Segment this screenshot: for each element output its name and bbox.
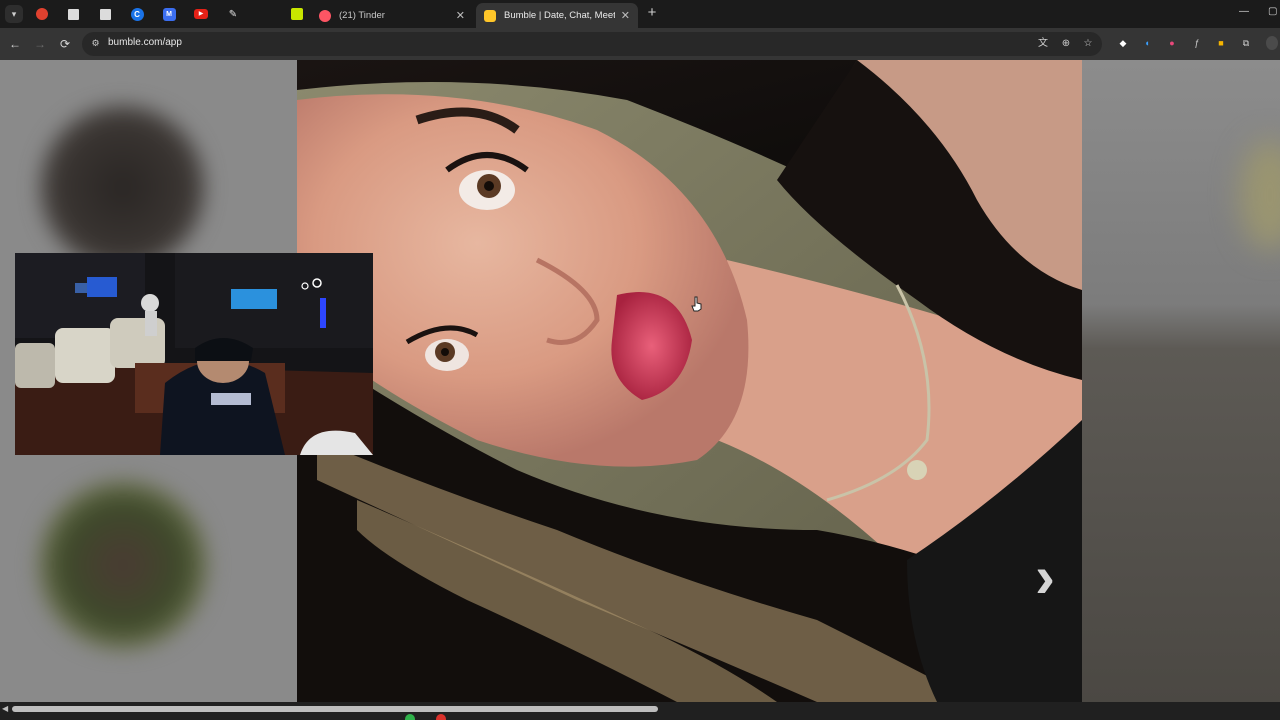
forward-button[interactable]: →: [32, 36, 48, 52]
scroll-left-icon[interactable]: ◀: [2, 704, 8, 713]
tab-title: Bumble | Date, Chat, Meet New: [504, 10, 615, 21]
taskbar-app-icon[interactable]: [405, 714, 415, 720]
close-tab-icon[interactable]: ✕: [456, 9, 465, 22]
maximize-icon[interactable]: ▢: [1268, 6, 1277, 17]
profile-photo-image: [297, 60, 1082, 702]
site-info-icon[interactable]: ⚙: [90, 38, 101, 49]
new-tab-button[interactable]: +: [644, 5, 660, 21]
horizontal-scrollbar[interactable]: ◀: [0, 702, 1280, 720]
shield-icon[interactable]: ●: [1165, 36, 1179, 50]
blurred-avatar: [38, 480, 208, 650]
next-photo-chevron-icon[interactable]: ›: [1025, 543, 1065, 610]
profile-avatar[interactable]: [1266, 36, 1278, 50]
bookmark-star-icon[interactable]: ☆: [1081, 37, 1095, 51]
script-icon[interactable]: ƒ: [1190, 36, 1204, 50]
tinder-flame-icon: [319, 9, 331, 22]
webcam-image: [15, 253, 373, 455]
profile-photo[interactable]: [297, 60, 1082, 702]
pinned-tab-blank[interactable]: [257, 6, 273, 22]
pinned-tab-doc-1[interactable]: [65, 6, 81, 22]
pinned-tab-doc-2[interactable]: [97, 6, 113, 22]
browser-toolbar: ← → ⟳ ⚙ bumble.com/app 文 ⊕ ☆: [0, 28, 1280, 60]
page-icon: [67, 8, 79, 20]
diamond-icon[interactable]: ◆: [1116, 36, 1130, 50]
tool-icon: ✎: [228, 8, 238, 20]
translate-icon[interactable]: 文: [1036, 37, 1050, 51]
blurred-avatar: [40, 105, 205, 270]
m-icon: M: [162, 7, 176, 21]
c-icon: C: [130, 7, 144, 21]
pinned-tab-green[interactable]: [289, 6, 305, 22]
tab-title: (21) Tinder: [339, 10, 385, 21]
pinned-tab-m[interactable]: M: [161, 6, 177, 22]
pinned-tab-c[interactable]: C: [129, 6, 145, 22]
pinned-tab-tool[interactable]: ✎: [225, 6, 241, 22]
tab-search-chevron-icon[interactable]: ▾: [5, 5, 23, 23]
minimize-icon[interactable]: —: [1239, 6, 1249, 17]
back-button[interactable]: ←: [7, 36, 23, 52]
address-bar[interactable]: ⚙ bumble.com/app 文 ⊕ ☆: [82, 32, 1102, 56]
reload-button[interactable]: ⟳: [57, 36, 73, 52]
puzzle-icon[interactable]: ⧉: [1239, 36, 1253, 50]
brave-icon: [36, 8, 48, 20]
hand-cursor-icon: [691, 296, 703, 312]
taskbar-app-icon[interactable]: [436, 714, 446, 720]
tab-bumble[interactable]: Bumble | Date, Chat, Meet New ✕: [476, 3, 638, 28]
audio-icon[interactable]: ◖: [1140, 36, 1154, 50]
tab-tinder[interactable]: (21) Tinder ✕: [311, 3, 473, 28]
green-square-icon: [291, 8, 303, 20]
lock-icon[interactable]: ■: [1214, 36, 1228, 50]
url-text[interactable]: bumble.com/app: [108, 37, 182, 48]
youtube-icon: ▶: [194, 9, 208, 19]
bumble-icon: [484, 9, 496, 22]
pinned-tab-youtube[interactable]: ▶: [193, 6, 209, 22]
pinned-tab-brave[interactable]: [34, 6, 50, 22]
zoom-icon[interactable]: ⊕: [1059, 37, 1073, 51]
close-tab-icon[interactable]: ✕: [621, 9, 630, 22]
tab-strip: ▾ C M ▶ ✎ (21) Tinder ✕ Bumble | Date, C…: [0, 0, 1280, 28]
streamer-webcam-overlay: [15, 253, 373, 455]
scrollbar-thumb[interactable]: [12, 706, 658, 712]
page-icon: [99, 8, 111, 20]
